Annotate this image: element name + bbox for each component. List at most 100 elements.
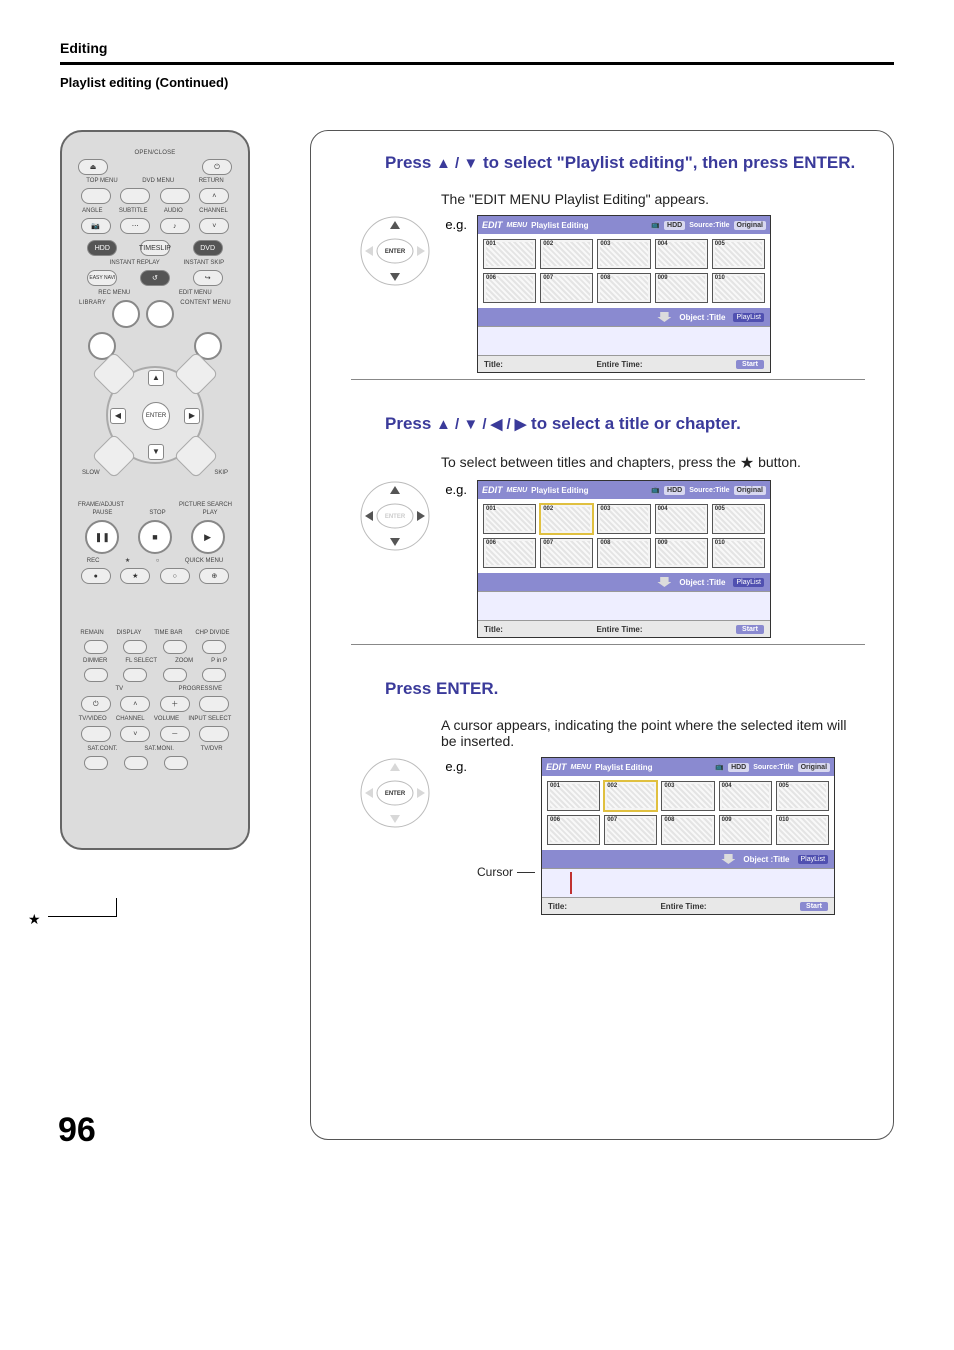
osd-thumbnail: 007 <box>604 815 657 845</box>
label-top-menu: TOP MENU <box>86 178 117 184</box>
osd-start-button: Start <box>800 902 828 911</box>
input-select-button[interactable] <box>199 726 229 742</box>
pause-button[interactable]: ❚❚ <box>85 520 119 554</box>
navigation-dpad: ▲ ▼ ◀ ▶ ENTER <box>106 366 204 464</box>
label-sat-cont: SAT.CONT. <box>87 746 117 752</box>
rec-menu-button[interactable] <box>112 300 140 328</box>
navpad-diagram: ENTER <box>359 215 431 287</box>
instant-replay-button[interactable]: ↺ <box>140 270 170 286</box>
zoom-button[interactable] <box>163 668 187 682</box>
rec-button[interactable]: ● <box>81 568 111 584</box>
down-arrow-icon <box>721 854 735 864</box>
tv-channel-up-button[interactable]: ˄ <box>120 696 150 712</box>
sat-cont-button[interactable] <box>84 756 108 770</box>
easy-navi-button[interactable]: EASY NAVI <box>87 270 117 286</box>
star-leader-line-v <box>116 898 117 917</box>
star-footnote-icon: ★ <box>28 911 41 928</box>
osd-thumbnail: 009 <box>655 273 708 303</box>
dpad-right-button[interactable]: ▶ <box>184 408 200 424</box>
angle-button[interactable]: 📷 <box>81 218 111 234</box>
tv-video-button[interactable] <box>81 726 111 742</box>
osd-thumbnail: 006 <box>483 273 536 303</box>
label-stop: STOP <box>149 510 165 516</box>
label-pinp: P in P <box>211 658 227 664</box>
label-zoom: ZOOM <box>175 658 193 664</box>
play-button[interactable]: ▶ <box>191 520 225 554</box>
step-title: Press ▲ / ▼ to select "Playlist editing"… <box>385 153 865 173</box>
dpad-down-button[interactable]: ▼ <box>148 444 164 460</box>
label-volume: VOLUME <box>154 716 179 722</box>
osd-thumbnail: 004 <box>719 781 772 811</box>
osd-thumbnail: 010 <box>712 273 765 303</box>
edit-menu-button[interactable] <box>146 300 174 328</box>
timeslip-button[interactable]: TIMESLIP <box>140 240 170 256</box>
subsection-title: Playlist editing (Continued) <box>60 75 894 90</box>
step-divider <box>351 379 865 380</box>
chp-divide-button[interactable] <box>202 640 226 654</box>
tv-channel-down-button[interactable]: ˅ <box>120 726 150 742</box>
eject-button[interactable]: ⏏ <box>78 159 108 175</box>
navpad-diagram: ENTER <box>359 757 431 829</box>
audio-button[interactable]: ♪ <box>160 218 190 234</box>
osd-cursor-indicator <box>570 872 572 894</box>
osd-header: EDITMENU Playlist Editing 📺 HDD Source:T… <box>478 216 770 234</box>
label-audio: AUDIO <box>164 208 183 214</box>
osd-thumbnail: 010 <box>712 538 765 568</box>
instant-skip-button[interactable]: ↪ <box>193 270 223 286</box>
time-bar-button[interactable] <box>163 640 187 654</box>
power-button[interactable]: ⏻ <box>202 159 232 175</box>
top-menu-button[interactable] <box>81 188 111 204</box>
quick-menu-button[interactable]: ⊕ <box>199 568 229 584</box>
label-rec: REC <box>87 558 100 564</box>
pinp-button[interactable] <box>202 668 226 682</box>
step-body-text: To select between titles and chapters, p… <box>441 452 865 472</box>
tv-volume-up-button[interactable]: ＋ <box>160 696 190 712</box>
return-button[interactable] <box>160 188 190 204</box>
star-leader-line <box>48 916 116 917</box>
stop-button[interactable]: ■ <box>138 520 172 554</box>
hdd-button[interactable]: HDD <box>87 240 117 256</box>
sat-moni-button[interactable] <box>124 756 148 770</box>
osd-start-button: Start <box>736 360 764 369</box>
extend-button[interactable]: ○ <box>160 568 190 584</box>
navpad-diagram: ENTER <box>359 480 431 552</box>
tv-volume-down-button[interactable]: － <box>160 726 190 742</box>
tv-dvr-button[interactable] <box>164 756 188 770</box>
instruction-step: Press ▲ / ▼ to select "Playlist editing"… <box>351 153 865 380</box>
osd-thumbnail: 001 <box>547 781 600 811</box>
section-title: Editing <box>60 40 894 56</box>
cursor-leader-line <box>517 872 535 873</box>
progressive-button[interactable] <box>199 696 229 712</box>
step-body-text: A cursor appears, indicating the point w… <box>441 717 865 749</box>
osd-thumbnail: 002 <box>540 504 593 534</box>
dvd-menu-button[interactable] <box>120 188 150 204</box>
label-extend: ○ <box>156 558 160 564</box>
channel-up-button[interactable]: ˄ <box>199 188 229 204</box>
star-button[interactable]: ★ <box>120 568 150 584</box>
label-subtitle: SUBTITLE <box>119 208 148 214</box>
osd-thumbnail: 001 <box>483 239 536 269</box>
down-arrow-icon <box>657 312 671 322</box>
dimmer-button[interactable] <box>84 668 108 682</box>
osd-thumbnail-grid: 001002003004005006007008009010 <box>478 234 770 308</box>
fl-select-button[interactable] <box>123 668 147 682</box>
display-button[interactable] <box>123 640 147 654</box>
step-title: Press ENTER. <box>385 679 865 699</box>
channel-down-button[interactable]: ˅ <box>199 218 229 234</box>
enter-button[interactable]: ENTER <box>142 402 170 430</box>
label-slow: SLOW <box>82 470 100 476</box>
osd-footer: Title: Entire Time: Start <box>542 898 834 914</box>
remain-button[interactable] <box>84 640 108 654</box>
label-library: LIBRARY <box>79 300 106 328</box>
dpad-left-button[interactable]: ◀ <box>110 408 126 424</box>
tv-power-button[interactable]: ⏻ <box>81 696 111 712</box>
subtitle-button[interactable]: ⋯ <box>120 218 150 234</box>
remote-column: OPEN/CLOSE ⏏ ⏻ TOP MENUDVD MENURETURN ˄ … <box>60 130 280 1140</box>
label-instant-skip: INSTANT SKIP <box>184 260 224 266</box>
dvd-button[interactable]: DVD <box>193 240 223 256</box>
osd-thumbnail: 008 <box>597 273 650 303</box>
dpad-up-button[interactable]: ▲ <box>148 370 164 386</box>
label-channel: CHANNEL <box>199 208 228 214</box>
osd-thumbnail: 007 <box>540 538 593 568</box>
step-example-row: ENTER e.g. EDITMENU Playlist Editing 📺 H… <box>359 480 865 638</box>
